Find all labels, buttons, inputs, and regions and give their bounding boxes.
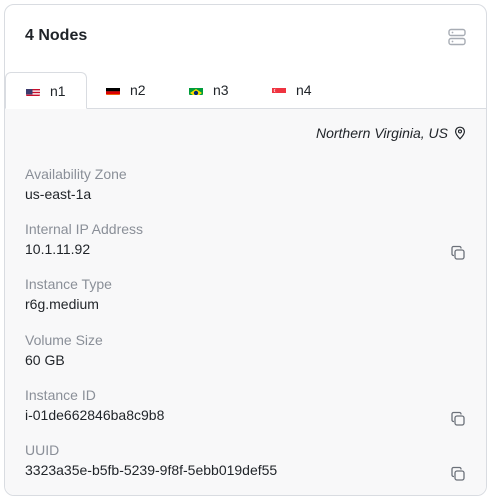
tab-label: n3 [213,82,229,98]
tab-label: n1 [50,82,66,99]
copy-icon[interactable] [450,245,466,261]
tab-n3[interactable]: n3 [189,72,229,108]
field-value: i-01de662846ba8c9b8 [25,407,165,423]
field-value: 3323a35e-b5fb-5239-9f8f-5ebb019def55 [25,462,278,478]
card-title: 4 Nodes [25,27,88,44]
instance-type-field: Instance Type r6g.medium [25,276,466,316]
internal-ip-field: Internal IP Address 10.1.11.92 [25,221,466,261]
volume-size-field: Volume Size 60 GB [25,332,466,372]
field-value: 60 GB [25,352,65,368]
field-label: Availability Zone [25,166,127,182]
field-label: Instance Type [25,276,112,292]
location-pin-icon [454,126,466,140]
de-flag-icon [106,85,120,95]
instance-id-field: Instance ID i-01de662846ba8c9b8 [25,387,466,427]
field-label: UUID [25,442,60,458]
tab-n2[interactable]: n2 [106,72,146,108]
region-label: Northern Virginia, US [315,125,448,141]
field-label: Volume Size [25,332,103,348]
uuid-field: UUID 3323a35e-b5fb-5239-9f8f-5ebb019def5… [25,442,466,482]
br-flag-icon [189,85,203,95]
field-value: us-east-1a [25,186,92,202]
node-tabs: n1 n2 n3 n4 [5,72,486,109]
tab-n4[interactable]: n4 [272,72,312,108]
nodes-card: 4 Nodes n1 n2 n3 n4 Northern Virginia, U… [4,4,487,496]
node-details-panel: Northern Virginia, US Availability Zone … [5,109,486,495]
server-icon[interactable] [447,27,467,47]
copy-icon[interactable] [450,466,466,482]
card-header: 4 Nodes [5,5,486,72]
field-value: r6g.medium [25,296,99,312]
copy-icon[interactable] [450,411,466,427]
tab-label: n4 [296,82,312,98]
sg-flag-icon [272,85,286,95]
availability-zone-field: Availability Zone us-east-1a [25,166,466,206]
field-value: 10.1.11.92 [25,241,91,257]
field-label: Internal IP Address [25,221,144,237]
tab-label: n2 [130,82,146,98]
field-label: Instance ID [25,387,96,403]
tab-n1[interactable]: n1 [5,72,87,109]
region-location: Northern Virginia, US [316,125,466,141]
us-flag-icon [26,86,40,96]
